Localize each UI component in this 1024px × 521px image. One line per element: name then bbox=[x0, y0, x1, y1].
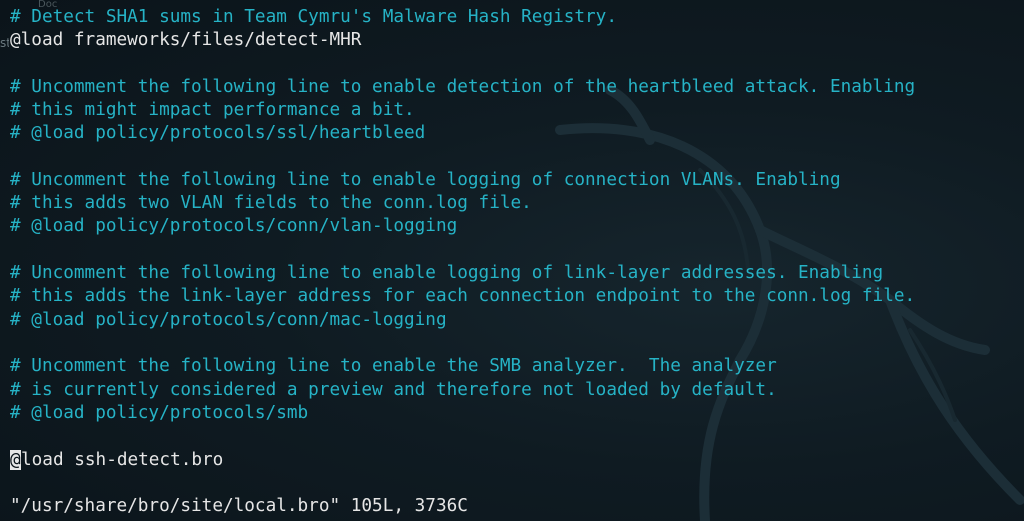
editor-line-4: # Uncomment the following line to enable… bbox=[10, 77, 916, 97]
terminal-window[interactable]: Doc st # Detect SHA1 sums in Team Cymru'… bbox=[0, 0, 1024, 521]
text-cursor: @ bbox=[10, 450, 21, 470]
editor-line-6: # @load policy/protocols/ssl/heartbleed bbox=[10, 123, 426, 143]
cursor-line-text: load ssh-detect.bro bbox=[21, 450, 224, 470]
editor-line-20[interactable]: @load ssh-detect.bro bbox=[10, 449, 223, 471]
editor-line-16: # Uncomment the following line to enable… bbox=[10, 356, 777, 376]
editor-line-10: # @load policy/protocols/conn/vlan-loggi… bbox=[10, 216, 458, 236]
editor-line-17: # is currently considered a preview and … bbox=[10, 380, 777, 400]
editor-line-9: # this adds two VLAN fields to the conn.… bbox=[10, 193, 532, 213]
editor-line-2: @load frameworks/files/detect-MHR bbox=[10, 30, 362, 50]
editor-line-13: # this adds the link-layer address for e… bbox=[10, 286, 916, 306]
background-window-edge-text: st bbox=[0, 36, 9, 50]
editor-line-12: # Uncomment the following line to enable… bbox=[10, 263, 884, 283]
editor-line-14: # @load policy/protocols/conn/mac-loggin… bbox=[10, 310, 447, 330]
editor-line-1: # Detect SHA1 sums in Team Cymru's Malwa… bbox=[10, 7, 617, 27]
editor-line-8: # Uncomment the following line to enable… bbox=[10, 170, 841, 190]
vim-status-line: "/usr/share/bro/site/local.bro" 105L, 37… bbox=[10, 496, 468, 516]
editor-line-18: # @load policy/protocols/smb bbox=[10, 403, 309, 423]
editor-line-5: # this might impact performance a bit. bbox=[10, 100, 415, 120]
